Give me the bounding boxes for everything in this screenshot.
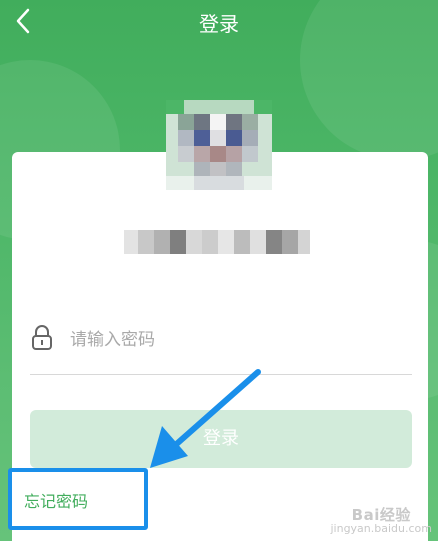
password-input[interactable]	[70, 324, 390, 356]
avatar	[166, 100, 272, 190]
page-title: 登录	[199, 12, 239, 36]
lock-icon	[30, 324, 54, 356]
password-field	[30, 316, 412, 375]
login-button[interactable]: 登录	[30, 410, 412, 468]
username-masked	[124, 226, 310, 258]
watermark: Bai经验 jingyan.baidu.com	[330, 506, 432, 536]
forgot-password-highlight: 忘记密码	[8, 468, 148, 530]
forgot-password-link[interactable]: 忘记密码	[24, 488, 88, 512]
header-bar: 登录	[0, 0, 438, 44]
